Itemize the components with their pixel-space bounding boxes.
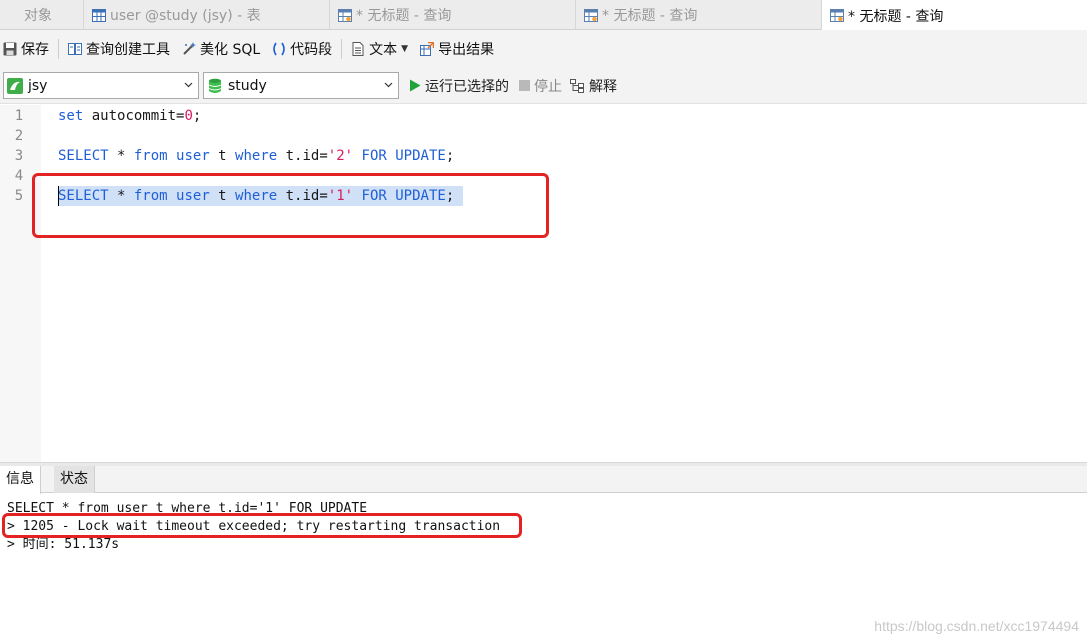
tab-bar: 对象 user @study (jsy) - 表 * 无标题 - 查询 * 无标… xyxy=(0,0,1087,31)
chevron-down-icon xyxy=(384,82,393,88)
result-tab-bar: 信息 状态 xyxy=(0,466,1087,494)
tab-query-1[interactable]: * 无标题 - 查询 xyxy=(330,0,576,30)
code-line: 1 set autocommit=0; xyxy=(0,106,1087,126)
table-icon xyxy=(92,8,106,22)
tab-label: * 无标题 - 查询 xyxy=(602,8,698,24)
highlight-box xyxy=(32,173,549,238)
export-icon xyxy=(420,42,435,56)
save-button[interactable]: 保存 xyxy=(0,30,55,68)
tab-label: 对象 xyxy=(24,8,52,24)
chevron-down-icon xyxy=(184,82,193,88)
explain-button[interactable]: 解释 xyxy=(570,76,617,96)
database-icon xyxy=(208,78,222,93)
tab-label: * 无标题 - 查询 xyxy=(848,8,944,25)
magic-wand-icon xyxy=(183,42,196,55)
toolbar-separator xyxy=(58,39,59,59)
explain-icon xyxy=(570,78,584,93)
message-output: SELECT * from user t where t.id='1' FOR … xyxy=(0,494,1087,642)
run-selected-button[interactable]: 运行已选择的 xyxy=(409,76,509,96)
connection-bar: jsy study 运行已选择的 停止 解释 xyxy=(0,68,1087,104)
play-icon xyxy=(410,79,421,92)
tab-objects[interactable]: 对象 xyxy=(0,0,84,30)
save-icon xyxy=(3,42,17,56)
toolbar-separator xyxy=(341,39,343,59)
beautify-sql-button[interactable]: 美化 SQL xyxy=(176,30,266,68)
mysql-connection-icon xyxy=(7,77,23,94)
document-icon xyxy=(352,42,364,56)
code-line: 2 xyxy=(0,126,1087,146)
watermark: https://blog.csdn.net/xcc1974494 xyxy=(874,618,1079,634)
query-icon xyxy=(584,8,598,22)
tab-query-active[interactable]: * 无标题 - 查询 xyxy=(822,0,1087,31)
output-time-line: > 时间: 51.137s xyxy=(7,537,120,552)
database-select[interactable]: study xyxy=(203,72,399,99)
toolbar: 保存 查询创建工具 美化 SQL 代码段 文本 ▼ 导出结果 xyxy=(0,30,1087,68)
tab-label: user @study (jsy) - 表 xyxy=(110,8,261,24)
tab-status[interactable]: 状态 xyxy=(54,466,95,493)
line-number: 2 xyxy=(14,128,24,144)
stop-icon xyxy=(519,80,530,91)
tab-user-table[interactable]: user @study (jsy) - 表 xyxy=(84,0,330,30)
tab-label: * 无标题 - 查询 xyxy=(356,8,452,24)
query-builder-button[interactable]: 查询创建工具 xyxy=(62,30,176,68)
connection-select[interactable]: jsy xyxy=(3,72,199,99)
line-number: 1 xyxy=(14,108,24,124)
chevron-down-icon: ▼ xyxy=(401,44,409,54)
query-icon xyxy=(338,8,352,22)
code-text: SELECT * from user t where t.id='2' FOR … xyxy=(58,148,455,164)
parentheses-icon xyxy=(273,42,285,56)
tab-info[interactable]: 信息 xyxy=(0,466,41,494)
text-dropdown-button[interactable]: 文本 ▼ xyxy=(345,30,414,68)
highlight-box xyxy=(2,513,522,538)
code-line: 3 SELECT * from user t where t.id='2' FO… xyxy=(0,146,1087,166)
query-icon xyxy=(830,9,844,22)
export-results-button[interactable]: 导出结果 xyxy=(414,30,500,68)
stop-button[interactable]: 停止 xyxy=(519,76,562,96)
code-snippet-button[interactable]: 代码段 xyxy=(266,30,338,68)
sql-editor[interactable]: 1 set autocommit=0; 2 3 SELECT * from us… xyxy=(0,105,1087,462)
tab-query-2[interactable]: * 无标题 - 查询 xyxy=(576,0,822,30)
query-builder-icon xyxy=(68,43,82,55)
line-number: 3 xyxy=(14,148,24,164)
code-text: set autocommit=0; xyxy=(58,108,202,124)
